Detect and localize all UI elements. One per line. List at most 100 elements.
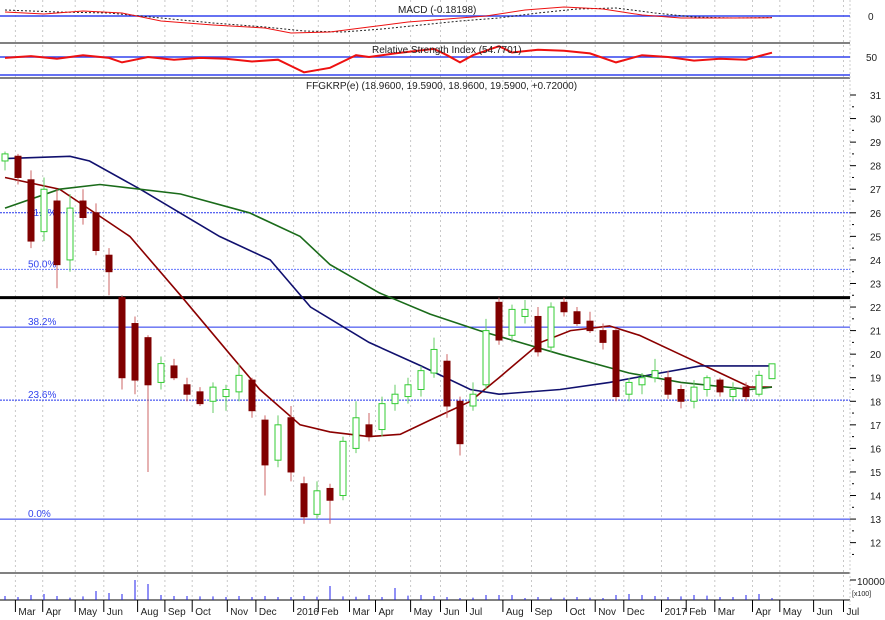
x-tick-label: May: [414, 607, 433, 618]
candle-body: [430, 348, 438, 374]
price-axis-label: 30: [870, 115, 882, 126]
candle-body: [469, 393, 477, 407]
candle-body: [677, 389, 685, 402]
macd-signal-line: [4, 7, 773, 33]
candle-body: [456, 400, 464, 445]
x-tick-label: May: [783, 607, 802, 618]
x-tick-label: Mar: [353, 607, 371, 618]
price-axis-label: 17: [870, 421, 882, 432]
price-axis-label: 29: [870, 138, 882, 149]
candle-body: [339, 440, 347, 497]
candle-body: [716, 379, 724, 393]
x-tick-label: Nov: [598, 607, 616, 618]
fibonacci-levels: 61.8%50.0%38.2%23.6%0.0%: [0, 208, 850, 520]
fib-label: 0.0%: [28, 509, 51, 520]
candlesticks: [1, 151, 776, 524]
price-axis-label: 12: [870, 539, 882, 550]
x-tick-label: Apr: [46, 607, 62, 618]
x-tick-label: Oct: [570, 607, 586, 618]
candle-body: [664, 377, 672, 395]
x-tick-label: Dec: [259, 607, 277, 618]
candle-body: [534, 315, 542, 353]
x-tick-label: Aug: [506, 607, 524, 618]
x-axis: Mar Apr May Jun Aug Sep Oct Nov Dec 2016 Feb Mar Apr…: [14, 600, 860, 618]
fib-label: 23.6%: [28, 390, 56, 401]
x-tick-label: May: [78, 607, 97, 618]
candle-body: [547, 306, 555, 348]
candle-body: [755, 374, 763, 395]
candle-body: [105, 254, 113, 273]
rsi-label: Relative Strength Index (54.7701): [372, 45, 522, 56]
candle-body: [248, 379, 256, 412]
candle-body: [1, 153, 9, 162]
candle-body: [586, 320, 594, 332]
candle-body: [27, 179, 35, 242]
candle-body: [183, 384, 191, 395]
candle-body: [638, 377, 646, 386]
price-axis-label: 31: [870, 91, 882, 102]
candle-body: [131, 323, 139, 381]
candle-body: [599, 330, 607, 343]
fib-label: 50.0%: [28, 259, 56, 270]
price-axis-label: 15: [870, 468, 882, 479]
candle-body: [235, 374, 243, 393]
candle-body: [352, 417, 360, 449]
x-tick-label: Jun: [444, 607, 460, 618]
candle-body: [742, 386, 750, 398]
price-axis-label: 25: [870, 232, 882, 243]
candle-body: [144, 337, 152, 386]
x-tick-label: Jun: [817, 607, 833, 618]
candle-body: [573, 311, 581, 325]
price-axis-label: 22: [870, 303, 882, 314]
price-axis-label: 24: [870, 256, 882, 267]
x-tick-label: Dec: [627, 607, 645, 618]
x-tick-label: Feb: [689, 607, 707, 618]
candle-body: [157, 363, 165, 383]
price-axis-label: 26: [870, 209, 882, 220]
candle-body: [170, 365, 178, 379]
volume-panel: [4, 579, 856, 600]
x-tick-label: Apr: [756, 607, 772, 618]
candle-body: [443, 360, 451, 407]
candle-body: [300, 483, 308, 518]
volume-axis-tick-label: 10000: [857, 577, 885, 588]
price-axis-label: 16: [870, 444, 882, 455]
candle-body: [66, 207, 74, 261]
candle-body: [40, 188, 48, 233]
rsi-axis-label: 50: [866, 53, 878, 64]
x-tick-label: Jul: [847, 607, 860, 618]
x-tick-label: Sep: [535, 607, 553, 618]
price-axis-label: 20: [870, 350, 882, 361]
candle-body: [287, 417, 295, 473]
candle-body: [612, 330, 620, 398]
x-tick-label: Mar: [718, 607, 736, 618]
candle-body: [560, 301, 568, 313]
x-tick-label: 2017: [665, 607, 688, 618]
x-tick-label: Oct: [195, 607, 211, 618]
x-tick-label: Mar: [18, 607, 36, 618]
candle-body: [118, 297, 126, 379]
candle-body: [703, 377, 711, 391]
stock-chart: 61.8%50.0%38.2%23.6%0.0% 050121314151617…: [0, 0, 885, 618]
x-tick-label: 2016: [297, 607, 320, 618]
candle-body: [326, 487, 334, 501]
candle-body: [378, 403, 386, 431]
price-axis-label: 21: [870, 327, 882, 338]
x-tick-label: Sep: [168, 607, 186, 618]
candle-body: [482, 330, 490, 386]
volume-unit-label: [x100]: [852, 591, 871, 598]
x-tick-label: Jul: [470, 607, 483, 618]
candle-body: [521, 308, 529, 317]
price-axis-label: 28: [870, 162, 882, 173]
candle-body: [391, 393, 399, 405]
candle-body: [261, 419, 269, 466]
candle-body: [768, 363, 776, 380]
macd-axis-label: 0: [868, 12, 874, 23]
candle-body: [222, 389, 230, 398]
x-tick-label: Aug: [141, 607, 159, 618]
candle-body: [365, 424, 373, 438]
candle-body: [495, 301, 503, 341]
candle-body: [196, 391, 204, 405]
candle-body: [417, 370, 425, 391]
price-axis-label: 23: [870, 279, 882, 290]
